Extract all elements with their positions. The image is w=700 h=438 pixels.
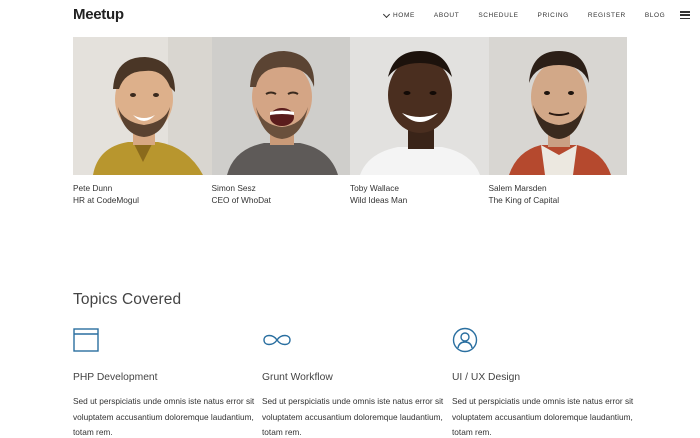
- team-member-card: Simon Sesz CEO of WhoDat: [211, 37, 350, 206]
- nav-item-home[interactable]: HOME: [382, 10, 415, 19]
- nav-item-blog[interactable]: BLOG: [645, 12, 665, 19]
- nav-item-label: PRICING: [537, 11, 569, 19]
- team-member-card: Toby Wallace Wild Ideas Man: [350, 37, 489, 206]
- topic-card: Grunt Workflow Sed ut perspiciatis unde …: [262, 327, 447, 437]
- team-member-name: Pete Dunn: [73, 183, 113, 193]
- main-menu: HOME ABOUT SCHEDULE PRICING REGISTER BLO…: [382, 10, 691, 19]
- topic-card: UI / UX Design Sed ut perspiciatis unde …: [452, 327, 637, 437]
- team-member-role: HR at CodeMogul: [73, 195, 139, 205]
- section-title: Topics Covered: [73, 291, 182, 308]
- topic-title: Grunt Workflow: [262, 372, 333, 383]
- topic-description: Sed ut perspiciatis unde omnis iste natu…: [452, 396, 634, 438]
- team-member-photo: [73, 37, 212, 175]
- team-member-photo: [350, 37, 489, 175]
- meetup-logo[interactable]: Meetup: [73, 6, 124, 23]
- team-member-role: CEO of WhoDat: [211, 195, 271, 205]
- team-member-card: Pete Dunn HR at CodeMogul: [73, 37, 212, 206]
- team-member-role: Wild Ideas Man: [350, 195, 408, 205]
- top-navigation: Meetup HOME ABOUT SCHEDULE PRICING REGIS…: [0, 0, 700, 30]
- team-grid: Pete Dunn HR at CodeMogul Simon Sesz CEO…: [73, 37, 627, 206]
- team-member-name: Salem Marsden: [488, 183, 547, 193]
- topic-description: Sed ut perspiciatis unde omnis iste natu…: [262, 396, 444, 438]
- team-member-name: Toby Wallace: [350, 183, 400, 193]
- team-member-name: Simon Sesz: [211, 183, 256, 193]
- topic-title: UI / UX Design: [452, 372, 521, 383]
- nav-item-pricing[interactable]: PRICING: [538, 12, 569, 19]
- nav-item-about[interactable]: ABOUT: [434, 12, 459, 19]
- topic-card: PHP Development Sed ut perspiciatis unde…: [73, 327, 258, 437]
- nav-item-label: BLOG: [644, 11, 666, 19]
- topic-title: PHP Development: [73, 372, 158, 383]
- team-member-photo: [488, 37, 627, 175]
- nav-item-schedule[interactable]: SCHEDULE: [478, 12, 518, 19]
- team-member-photo: [211, 37, 350, 175]
- nav-item-label: SCHEDULE: [478, 11, 519, 19]
- team-member-card: Salem Marsden The King of Capital: [488, 37, 627, 206]
- nav-item-label: REGISTER: [587, 11, 626, 19]
- nav-item-register[interactable]: REGISTER: [588, 12, 626, 19]
- chevron-down-icon: [382, 10, 391, 18]
- hamburger-menu-icon[interactable]: [680, 11, 691, 19]
- browser-window-icon: [73, 327, 101, 355]
- user-circle-icon: [452, 327, 480, 355]
- nav-item-label: HOME: [393, 11, 415, 19]
- nav-item-label: ABOUT: [433, 11, 460, 19]
- team-member-role: The King of Capital: [488, 195, 560, 205]
- infinity-icon: [262, 327, 291, 355]
- topic-description: Sed ut perspiciatis unde omnis iste natu…: [73, 396, 255, 438]
